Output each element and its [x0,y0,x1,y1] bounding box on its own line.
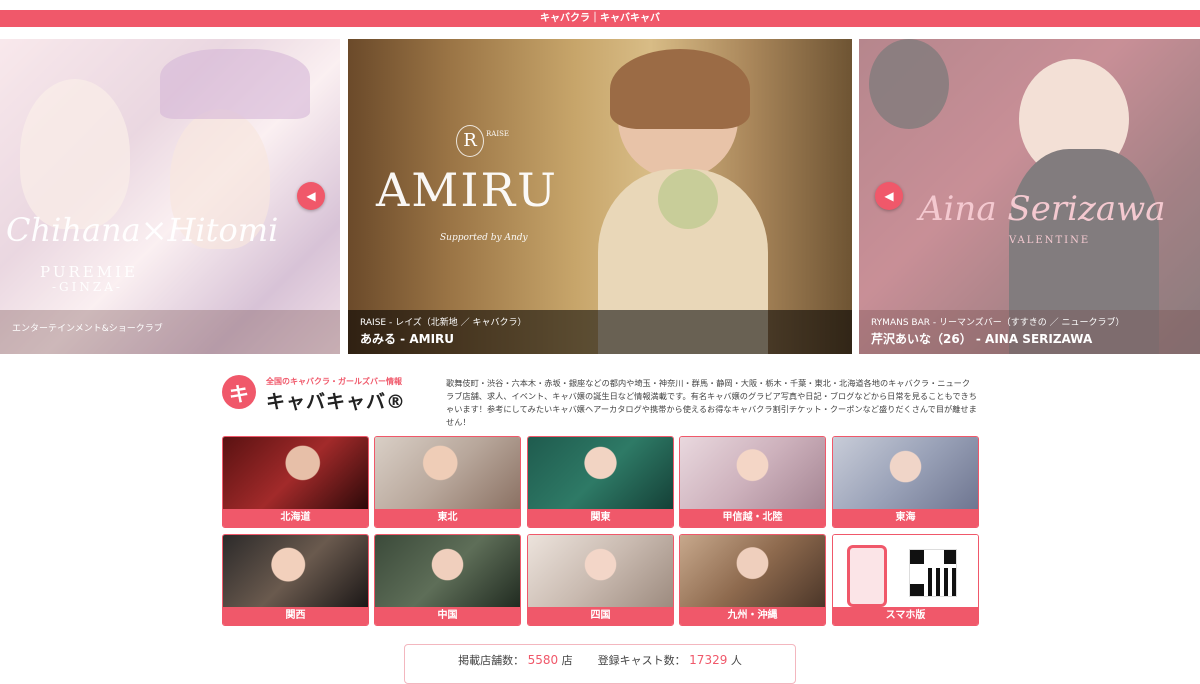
slide-caption: RAISE - レイズ（北新地 ／ キャバクラ） あみる - AMIRU [348,310,852,354]
shops-count-label: 掲載店舗数： [458,654,525,667]
slide-brand-sub: Supported by Andy [440,233,528,243]
region-label: 四国 [528,607,673,625]
slide-brand: PUREMIE [40,263,138,281]
qr-code-icon [909,549,957,597]
carousel-slide-prev[interactable]: Chihana×Hitomi PUREMIE -GINZA- エンターテインメン… [0,39,340,354]
carousel-slide-active[interactable]: R RAISE AMIRU Supported by Andy RAISE - … [348,39,852,354]
logo-mark-icon: キ [222,375,256,409]
region-tile-kansai[interactable]: 関西 [222,534,369,626]
slide-caption-sub: エンターテインメント&ショークラブ [12,324,163,334]
carousel-slide-next[interactable]: Aina Serizawa VALENTINE RYMANS BAR - リーマ… [859,39,1200,354]
slide-caption-main: 芹沢あいな（26） - AINA SERIZAWA [871,332,1093,346]
region-tile-hokkaido[interactable]: 北海道 [222,436,369,528]
slide-script-title: AMIRU [376,163,558,217]
hero-carousel[interactable]: Chihana×Hitomi PUREMIE -GINZA- エンターテインメン… [0,39,1200,354]
region-tile-tohoku[interactable]: 東北 [374,436,521,528]
region-label: 東北 [375,509,520,527]
logo-name: キャバキャバ® [266,391,407,413]
cast-count-value: 17329 [689,653,728,667]
site-logo[interactable]: キ 全国のキャバクラ・ガールズバー情報 キャバキャバ® [222,372,422,413]
top-bar: キャバクラ｜キャバキャバ [0,10,1200,27]
region-tile-tokai[interactable]: 東海 [832,436,979,528]
region-tile-kyushu-okinawa[interactable]: 九州・沖縄 [679,534,826,626]
slide-script-title: Aina Serizawa [919,189,1166,229]
slide-caption: RYMANS BAR - リーマンズバー（すすきの ／ ニュークラブ） 芹沢あい… [859,310,1200,354]
region-label: 関西 [223,607,368,625]
region-grid: 北海道 東北 関東 甲信越・北陸 東海 関西 中国 四国 九州・沖縄 スマホ版 [222,436,979,626]
region-label: 関東 [528,509,673,527]
region-label: 東海 [833,509,978,527]
slide-script-title: Chihana×Hitomi [6,211,279,249]
shops-count-unit: 店 [561,654,573,667]
region-label: 中国 [375,607,520,625]
region-tile-koshinetsu-hokuriku[interactable]: 甲信越・北陸 [679,436,826,528]
slide-brand-sub: -GINZA- [52,280,123,294]
region-tile-smartphone[interactable]: スマホ版 [832,534,979,626]
region-label: 甲信越・北陸 [680,509,825,527]
site-stats: 掲載店舗数： 5580 店 登録キャスト数： 17329 人 [404,644,796,684]
region-tile-chugoku[interactable]: 中国 [374,534,521,626]
region-tile-kanto[interactable]: 関東 [527,436,674,528]
carousel-prev-button[interactable]: ◀ [297,182,325,210]
cast-count-unit: 人 [730,654,742,667]
logo-tagline: 全国のキャバクラ・ガールズバー情報 [266,377,402,386]
carousel-next-slide-prev-button[interactable]: ◀ [875,182,903,210]
region-label: スマホ版 [833,607,978,625]
triangle-left-icon: ◀ [306,189,316,203]
triangle-left-icon: ◀ [884,189,894,203]
region-label: 北海道 [223,509,368,527]
shops-count-value: 5580 [527,653,559,667]
site-description: 歌舞伎町・渋谷・六本木・赤坂・銀座などの都内や埼玉・神奈川・群馬・静岡・大阪・栃… [446,378,977,427]
slide-caption-sub: RAISE - レイズ（北新地 ／ キャバクラ） [360,318,527,328]
region-label: 九州・沖縄 [680,607,825,625]
region-tile-shikoku[interactable]: 四国 [527,534,674,626]
slide-caption-sub: RYMANS BAR - リーマンズバー（すすきの ／ ニュークラブ） [871,318,1125,328]
slide-brand: VALENTINE [1009,235,1091,246]
cast-count-label: 登録キャスト数： [597,654,686,667]
slide-caption-main: あみる - AMIRU [360,332,455,346]
slide-caption: エンターテインメント&ショークラブ [0,310,340,354]
slide-brand: RAISE [486,130,509,138]
